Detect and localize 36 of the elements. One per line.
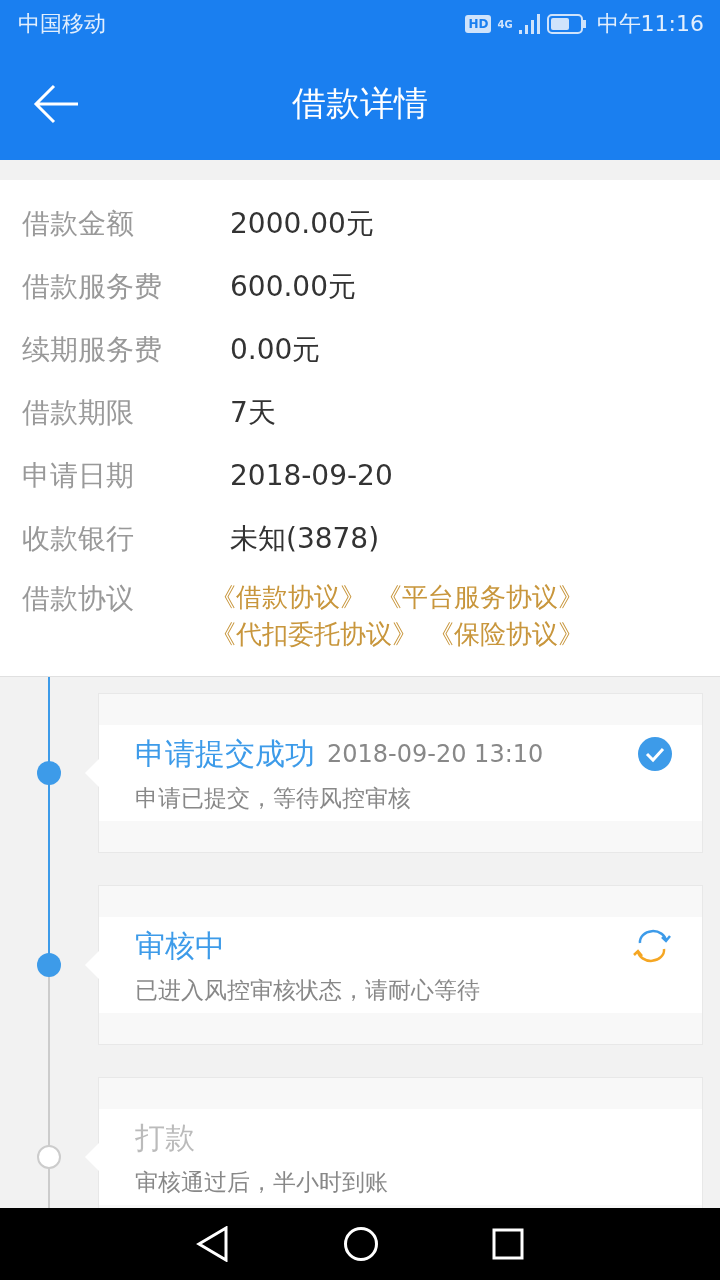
recent-apps-icon[interactable] xyxy=(491,1228,524,1260)
step-title: 审核中 xyxy=(135,926,225,965)
step-title: 申请提交成功 xyxy=(135,734,315,773)
agreement-link[interactable]: 《代扣委托协议》 xyxy=(210,617,418,652)
step-description: 申请已提交，等待风控审核 xyxy=(135,784,412,813)
clock-time: 中午11:16 xyxy=(596,10,704,38)
network-label: 4G xyxy=(497,19,513,30)
home-icon[interactable] xyxy=(343,1226,379,1262)
detail-value: 600.00元 xyxy=(230,268,356,305)
signal-icon xyxy=(518,14,541,34)
back-icon[interactable] xyxy=(196,1226,231,1262)
detail-label: 申请日期 xyxy=(22,457,135,494)
page-title: 借款详情 xyxy=(291,82,429,125)
detail-value: 2000.00元 xyxy=(230,205,374,242)
agreement-link[interactable]: 《平台服务协议》 xyxy=(376,580,584,615)
agreement-link[interactable]: 《借款协议》 xyxy=(210,580,366,615)
detail-value: 2018-09-20 xyxy=(230,459,393,492)
detail-label: 借款期限 xyxy=(22,394,135,431)
step-title: 打款 xyxy=(135,1118,195,1157)
detail-label: 借款金额 xyxy=(22,205,135,242)
detail-value: 0.00元 xyxy=(230,331,321,368)
battery-icon xyxy=(546,14,587,34)
carrier-name: 中国移动 xyxy=(18,10,106,38)
step-description: 审核通过后，半小时到账 xyxy=(135,1168,389,1197)
detail-label: 借款协议 xyxy=(22,581,135,617)
hd-badge: HD xyxy=(465,15,492,33)
step-time: 2018-09-20 13:10 xyxy=(327,740,544,768)
refresh-icon xyxy=(632,929,672,963)
detail-label: 收款银行 xyxy=(22,520,135,557)
check-icon xyxy=(638,737,672,771)
detail-value: 7天 xyxy=(230,394,276,431)
step-description: 已进入风控审核状态，请耐心等待 xyxy=(135,976,481,1005)
detail-value: 未知(3878) xyxy=(230,520,380,557)
detail-label: 续期服务费 xyxy=(22,331,163,368)
detail-label: 借款服务费 xyxy=(22,268,163,305)
agreement-link[interactable]: 《保险协议》 xyxy=(428,617,584,652)
